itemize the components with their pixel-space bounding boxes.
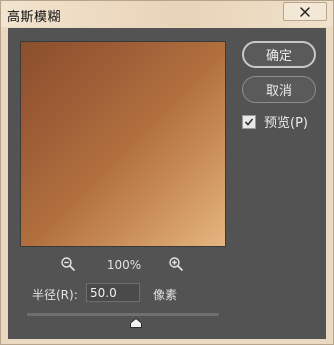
zoom-in-icon: [169, 257, 183, 271]
radius-slider-thumb[interactable]: [130, 318, 143, 328]
gaussian-blur-dialog: 高斯模糊 确定 取消 预览(P) 100% 半径(R): 50.0 像素: [0, 0, 334, 345]
checkmark-icon: [244, 117, 254, 126]
zoom-out-button[interactable]: [60, 256, 76, 276]
window-title: 高斯模糊: [7, 10, 62, 25]
close-icon: [300, 6, 310, 17]
dialog-body: 确定 取消 预览(P) 100% 半径(R): 50.0 像素: [8, 28, 326, 339]
ok-button[interactable]: 确定: [242, 41, 316, 68]
zoom-in-button[interactable]: [168, 256, 184, 276]
radius-slider[interactable]: [27, 313, 219, 316]
preview-checkbox[interactable]: [242, 114, 256, 129]
blur-preview[interactable]: [20, 41, 226, 247]
preview-label: 预览(P): [264, 116, 308, 131]
close-button[interactable]: [283, 2, 327, 21]
radius-label: 半径(R):: [32, 288, 78, 302]
radius-input[interactable]: [86, 283, 140, 302]
radius-unit-label: 像素: [153, 288, 178, 302]
zoom-controls: 100%: [20, 256, 226, 276]
title-bar[interactable]: 高斯模糊: [1, 1, 333, 27]
zoom-out-icon: [61, 257, 75, 271]
preview-checkbox-row[interactable]: 预览(P): [242, 112, 308, 131]
cancel-button[interactable]: 取消: [242, 76, 316, 103]
zoom-level: 100%: [106, 258, 142, 272]
